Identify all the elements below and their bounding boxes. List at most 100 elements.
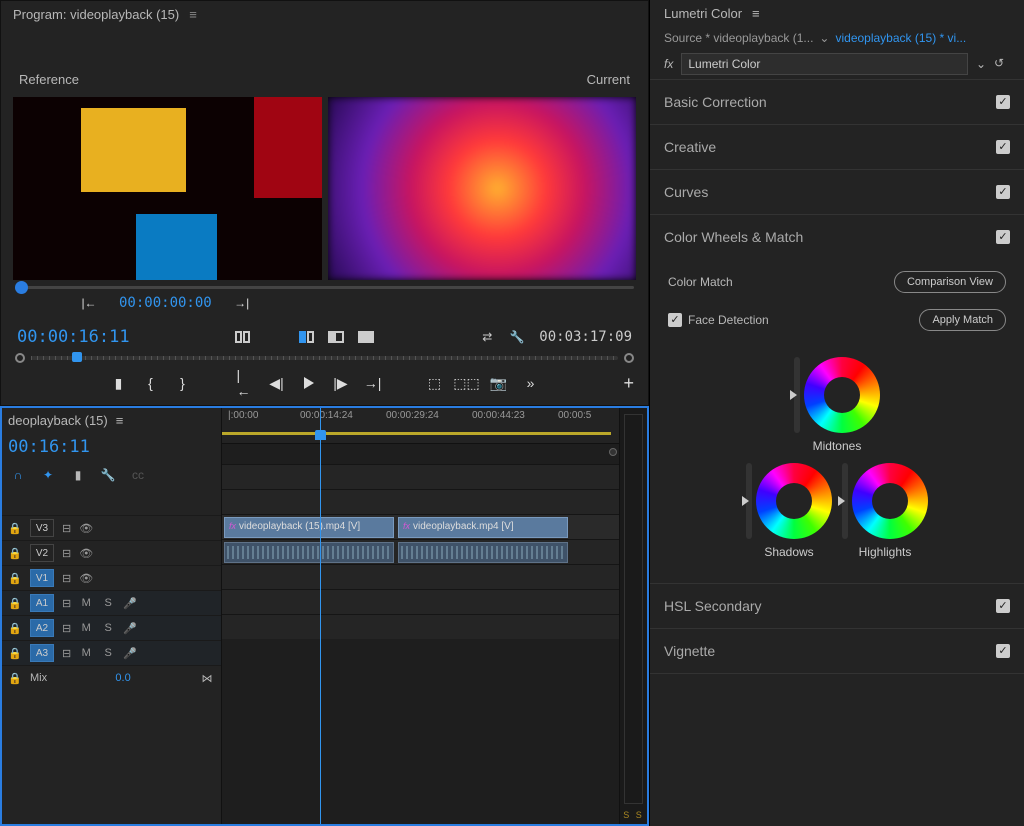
track-a3[interactable]: 🔒A3⊟MS🎤	[2, 640, 221, 665]
fullscreen-icon[interactable]	[358, 329, 374, 345]
checkbox-basic[interactable]	[996, 95, 1010, 109]
ruler-end[interactable]	[624, 353, 634, 363]
lane-a3[interactable]	[222, 589, 619, 614]
fx-badge[interactable]: fx	[664, 57, 673, 71]
track-a1[interactable]: 🔒A1⊟MS🎤	[2, 590, 221, 615]
mark-in-icon[interactable]: ▮	[111, 375, 127, 391]
shadows-wheel[interactable]	[756, 463, 832, 539]
comparison-view-button[interactable]: Comparison View	[894, 271, 1006, 293]
effect-name-input[interactable]	[681, 53, 968, 75]
highlights-luma-slider[interactable]	[842, 463, 848, 539]
lane-v3[interactable]	[222, 464, 619, 489]
play-button[interactable]	[301, 375, 317, 391]
extract-icon[interactable]: ⬚⬚	[459, 375, 475, 391]
linked-selection-icon[interactable]: ✦	[40, 467, 56, 483]
clip-v1a[interactable]: fxvideoplayback (15).mp4 [V]	[224, 517, 394, 538]
lift-icon[interactable]: ⬚	[427, 375, 443, 391]
master-clip[interactable]: videoplayback (15) * vi...	[835, 31, 966, 45]
midtones-luma-slider[interactable]	[794, 357, 800, 433]
chevron-down-icon[interactable]: ⌄	[819, 31, 829, 45]
wrench-icon[interactable]: 🔧	[509, 329, 525, 345]
scrub-bar[interactable]	[15, 286, 634, 289]
checkbox-vignette[interactable]	[996, 644, 1010, 658]
lock-icon[interactable]: 🔒	[8, 647, 22, 660]
track-v3[interactable]: 🔒V3⊟👁	[2, 515, 221, 540]
solo-button[interactable]: S	[101, 647, 115, 659]
mute-button[interactable]: M	[79, 597, 93, 609]
lock-icon[interactable]: 🔒	[8, 572, 22, 585]
loop-icon[interactable]: ⇄	[479, 329, 495, 345]
toggle-track-icon[interactable]: ⊟	[62, 547, 71, 560]
clip-v1b[interactable]: fxvideoplayback.mp4 [V]	[398, 517, 568, 538]
track-v1[interactable]: 🔒V1⊟👁	[2, 565, 221, 590]
lane-v2[interactable]	[222, 489, 619, 514]
add-button-icon[interactable]: +	[623, 373, 634, 394]
split-view-icon[interactable]	[328, 329, 344, 345]
checkbox-hsl[interactable]	[996, 599, 1010, 613]
export-frame-icon[interactable]: 📷	[491, 375, 507, 391]
solo-button[interactable]: S	[101, 622, 115, 634]
section-creative[interactable]: Creative	[650, 125, 1024, 169]
reset-icon[interactable]: ↺	[994, 56, 1010, 72]
checkbox-wheels[interactable]	[996, 230, 1010, 244]
mic-icon[interactable]: 🎤	[123, 647, 137, 660]
go-to-in-icon[interactable]: |←	[81, 295, 97, 311]
section-colorwheels[interactable]: Color Wheels & Match	[650, 215, 1024, 259]
eye-icon[interactable]: 👁	[79, 547, 93, 560]
section-curves[interactable]: Curves	[650, 170, 1024, 214]
shadows-luma-slider[interactable]	[746, 463, 752, 539]
lock-icon[interactable]: 🔒	[8, 522, 22, 535]
track-a2[interactable]: 🔒A2⊟MS🎤	[2, 615, 221, 640]
scroll-handle[interactable]	[609, 448, 617, 456]
eye-icon[interactable]: 👁	[79, 522, 93, 535]
face-detection-checkbox[interactable]	[668, 313, 682, 327]
zoom-ruler[interactable]	[31, 356, 618, 360]
mix-value[interactable]: 0.0	[55, 672, 191, 684]
timeline-timecode[interactable]: 00:16:11	[8, 437, 90, 457]
time-ruler[interactable]: |:00:00 00:00:14:24 00:00:29:24 00:00:44…	[222, 408, 619, 444]
lane-v1[interactable]: fxvideoplayback (15).mp4 [V] fxvideoplay…	[222, 514, 619, 539]
settings-icon[interactable]: 🔧	[100, 467, 116, 483]
bracket-in-icon[interactable]: {	[143, 375, 159, 391]
current-timecode[interactable]: 00:00:16:11	[17, 327, 130, 347]
panel-menu-icon[interactable]: ≡	[189, 7, 197, 22]
eye-icon[interactable]: 👁	[79, 572, 93, 585]
section-basic[interactable]: Basic Correction	[650, 80, 1024, 124]
mute-button[interactable]: M	[79, 647, 93, 659]
more-icon[interactable]: »	[523, 375, 539, 391]
lane-a2[interactable]	[222, 564, 619, 589]
lock-icon[interactable]: 🔒	[8, 547, 22, 560]
lock-icon[interactable]: 🔒	[8, 597, 22, 610]
mic-icon[interactable]: 🎤	[123, 597, 137, 610]
section-hsl[interactable]: HSL Secondary	[650, 584, 1024, 628]
clip-a1b[interactable]	[398, 542, 568, 563]
midtones-wheel[interactable]	[804, 357, 880, 433]
scrub-timecode[interactable]: 00:00:00:00	[119, 295, 212, 311]
apply-match-button[interactable]: Apply Match	[919, 309, 1006, 331]
lumetri-menu-icon[interactable]: ≡	[752, 6, 760, 21]
toggle-track-icon[interactable]: ⊟	[62, 522, 71, 535]
mute-button[interactable]: M	[79, 622, 93, 634]
section-vignette[interactable]: Vignette	[650, 629, 1024, 673]
reference-preview[interactable]	[13, 97, 322, 280]
track-v2[interactable]: 🔒V2⊟👁	[2, 540, 221, 565]
lane-a1[interactable]	[222, 539, 619, 564]
solo-button[interactable]: S	[101, 597, 115, 609]
track-mix[interactable]: 🔒Mix0.0⋈	[2, 665, 221, 690]
lock-icon[interactable]: 🔒	[8, 672, 22, 685]
toggle-track-icon[interactable]: ⊟	[62, 572, 71, 585]
step-back-icon[interactable]: ◀|	[269, 375, 285, 391]
go-to-out-icon[interactable]: →|	[234, 295, 250, 311]
checkbox-curves[interactable]	[996, 185, 1010, 199]
comparison-icon[interactable]	[298, 329, 314, 345]
clip-a1a[interactable]	[224, 542, 394, 563]
marker-icon[interactable]: ▮	[70, 467, 86, 483]
expand-icon[interactable]: ⋈	[199, 670, 215, 686]
playhead[interactable]	[320, 408, 321, 824]
current-preview[interactable]	[328, 97, 637, 280]
toggle-track-icon[interactable]: ⊟	[62, 622, 71, 635]
toggle-track-icon[interactable]: ⊟	[62, 597, 71, 610]
source-clip[interactable]: Source * videoplayback (1...	[664, 31, 813, 45]
dropdown-icon[interactable]: ⌄	[976, 57, 986, 71]
highlights-wheel[interactable]	[852, 463, 928, 539]
